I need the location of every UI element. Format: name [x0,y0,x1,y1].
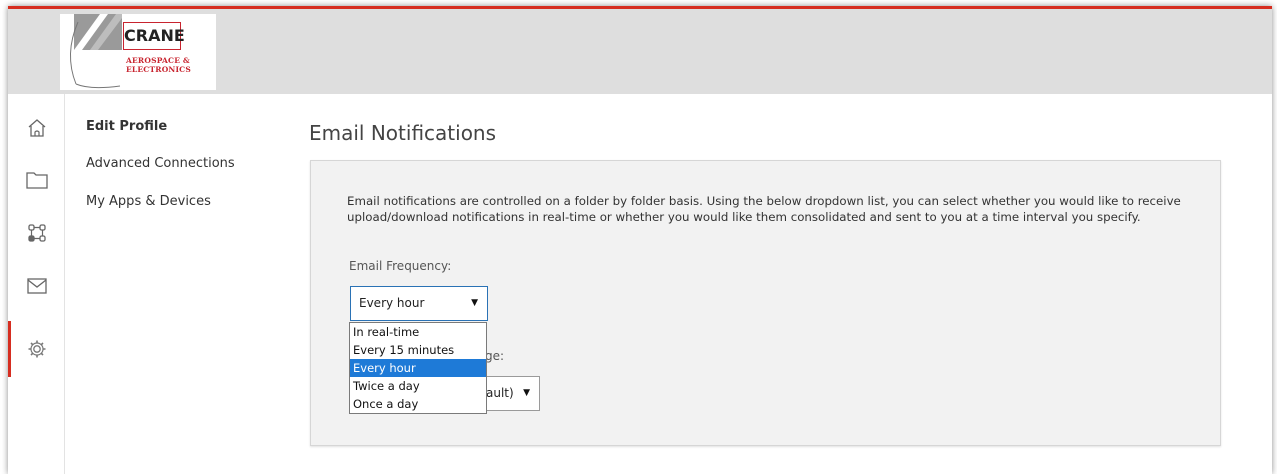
nav-messages[interactable] [8,268,65,304]
icon-sidebar [8,94,65,474]
nav-settings[interactable] [8,321,65,377]
email-frequency-label: Email Frequency: [349,259,452,273]
logo-tagline-line2: ELECTRONICS [126,65,191,74]
nav-workflows[interactable] [8,215,65,251]
workflow-icon [27,224,46,242]
subnav-advanced-connections[interactable]: Advanced Connections [86,156,235,171]
notifications-description: Email notifications are controlled on a … [347,194,1181,224]
logo-wordmark: CRANE [123,22,185,50]
folder-icon [25,172,48,189]
language-value: ault) [486,386,514,400]
top-header: CRANE AEROSPACE & ELECTRONICS [8,9,1272,94]
email-frequency-dropdown-list: In real-time Every 15 minutes Every hour… [349,322,487,414]
dropdown-caret-icon: ▼ [471,298,478,308]
frequency-option-selected[interactable]: Every hour [350,359,486,377]
language-label: ge: [485,349,505,363]
frequency-option[interactable]: Once a day [350,395,486,413]
logo-tagline-line1: AEROSPACE & [126,56,190,65]
frequency-option[interactable]: Every 15 minutes [350,341,486,359]
home-icon [28,119,45,137]
company-logo[interactable]: CRANE AEROSPACE & ELECTRONICS [60,14,216,90]
nav-folders[interactable] [8,162,65,198]
app-window: CRANE AEROSPACE & ELECTRONICS Edit Profi… [8,6,1272,474]
frequency-option[interactable]: Twice a day [350,377,486,395]
logo-tagline: AEROSPACE & ELECTRONICS [126,56,216,74]
email-frequency-select[interactable]: Every hour ▼ [350,286,488,321]
mail-icon [26,278,47,294]
email-frequency-value: Every hour [359,296,425,310]
subnav-edit-profile[interactable]: Edit Profile [86,119,167,134]
dropdown-caret-icon: ▼ [523,388,530,398]
nav-home[interactable] [8,110,65,146]
gear-icon [28,340,45,358]
subnav-my-apps-devices[interactable]: My Apps & Devices [86,194,211,209]
frequency-option[interactable]: In real-time [350,323,486,341]
page-title: Email Notifications [309,121,497,145]
